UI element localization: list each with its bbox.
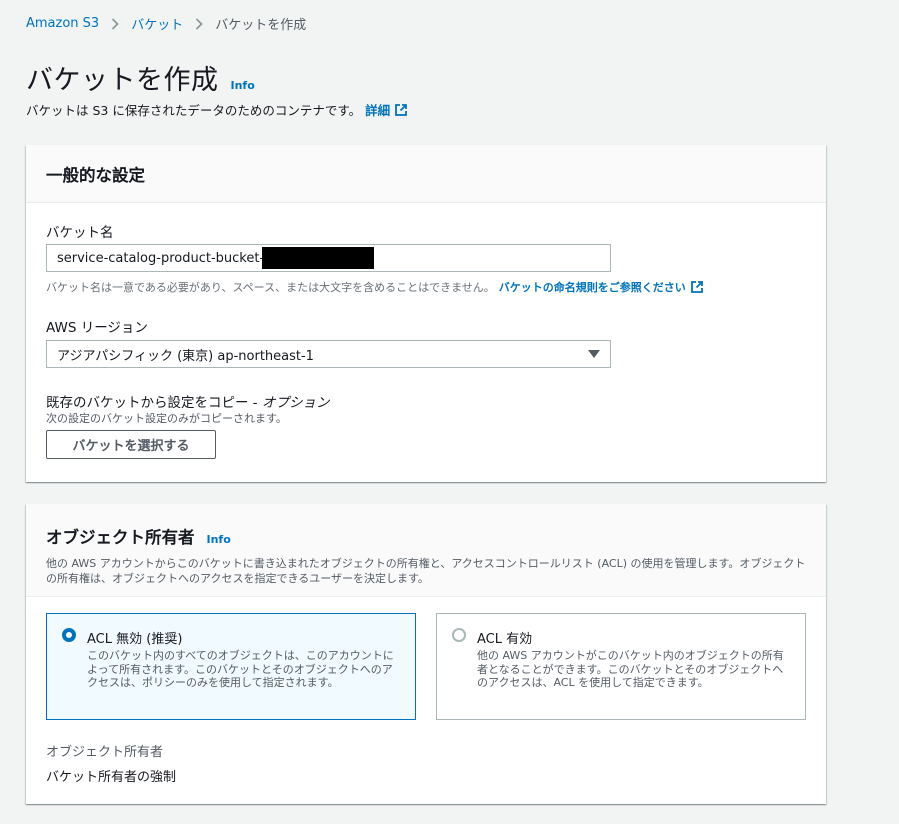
acl-disabled-radio[interactable]	[62, 628, 76, 642]
naming-rules-link[interactable]: バケットの命名規則をご参照ください	[499, 279, 704, 295]
acl-enabled-description: 他の AWS アカウントがこのバケット内のオブジェクトの所有者となることができま…	[477, 649, 784, 689]
external-link-icon	[395, 103, 408, 116]
breadcrumb-item-buckets[interactable]: バケット	[131, 14, 183, 33]
breadcrumb: Amazon S3 バケット バケットを作成	[26, 14, 306, 33]
bucket-name-hint-text: バケット名は一意である必要があり、スペース、または大文字を含めることはできません…	[46, 281, 495, 294]
acl-disabled-tile[interactable]: ACL 無効 (推奨) このバケット内のすべてのオブジェクトは、このアカウントに…	[46, 613, 416, 720]
naming-rules-link-label: バケットの命名規則をご参照ください	[498, 281, 686, 294]
page-info-link[interactable]: Info	[231, 79, 255, 92]
object-ownership-description: 他の AWS アカウントからこのバケットに書き込まれたオブジェクトの所有権と、ア…	[46, 557, 806, 585]
object-ownership-panel: オブジェクト所有者 Info 他の AWS アカウントからこのバケットに書き込ま…	[26, 504, 826, 804]
object-owner-field-label: オブジェクト所有者	[46, 745, 164, 760]
copy-settings-title: 既存のバケットから設定をコピー - オプション	[46, 391, 329, 411]
object-owner-field-value: バケット所有者の強制	[46, 770, 177, 785]
object-ownership-title-row: オブジェクト所有者 Info	[46, 524, 806, 548]
learn-more-label: 詳細	[365, 103, 391, 118]
breadcrumb-item-create-bucket: バケットを作成	[215, 18, 307, 33]
region-selected-value: アジアパシフィック (東京) ap-northeast-1	[57, 348, 314, 364]
copy-settings-description: 次の設定のバケット設定のみがコピーされます。	[46, 412, 287, 425]
choose-bucket-button[interactable]: バケットを選択する	[46, 430, 216, 459]
bucket-name-hint: バケット名は一意である必要があり、スペース、または大文字を含めることはできません…	[46, 279, 704, 295]
object-ownership-title: オブジェクト所有者	[46, 528, 195, 547]
breadcrumb-item-s3[interactable]: Amazon S3	[26, 16, 99, 31]
caret-down-icon	[588, 350, 600, 358]
page-title: バケットを作成	[26, 65, 219, 96]
copy-settings-title-text: 既存のバケットから設定をコピー	[46, 395, 249, 411]
acl-disabled-label: ACL 無効 (推奨)	[87, 632, 183, 647]
bucket-name-label: バケット名	[46, 225, 114, 241]
region-select[interactable]: アジアパシフィック (東京) ap-northeast-1	[46, 340, 611, 368]
acl-enabled-label: ACL 有効	[477, 632, 533, 647]
chevron-right-icon	[195, 17, 203, 30]
external-link-icon	[690, 281, 703, 293]
general-settings-title: 一般的な設定	[46, 165, 145, 185]
general-settings-panel: 一般的な設定 バケット名 service-catalog-product-buc…	[26, 145, 826, 482]
acl-disabled-description: このバケット内のすべてのオブジェクトは、このアカウントによって所有されます。この…	[87, 649, 394, 689]
redacted-block	[262, 247, 375, 269]
learn-more-link[interactable]: 詳細	[365, 100, 408, 119]
object-ownership-header: オブジェクト所有者 Info 他の AWS アカウントからこのバケットに書き込ま…	[26, 504, 826, 597]
bucket-name-input[interactable]: service-catalog-product-bucket-	[46, 244, 611, 272]
copy-settings-optional: オプション	[261, 395, 330, 411]
page-header: バケットを作成 Info	[26, 58, 255, 97]
page-description: バケットは S3 に保存されたデータのためのコンテナです。 詳細	[26, 100, 408, 119]
acl-enabled-radio[interactable]	[452, 628, 466, 642]
chevron-right-icon	[111, 17, 119, 30]
acl-enabled-tile[interactable]: ACL 有効 他の AWS アカウントがこのバケット内のオブジェクトの所有者とな…	[436, 613, 806, 720]
region-label: AWS リージョン	[46, 320, 148, 336]
general-settings-header: 一般的な設定	[26, 145, 826, 203]
page-description-text: バケットは S3 に保存されたデータのためのコンテナです。	[26, 103, 362, 118]
bucket-name-value: service-catalog-product-bucket-	[57, 250, 265, 266]
object-ownership-info-link[interactable]: Info	[207, 533, 231, 546]
copy-settings-title-sep: -	[248, 395, 262, 411]
